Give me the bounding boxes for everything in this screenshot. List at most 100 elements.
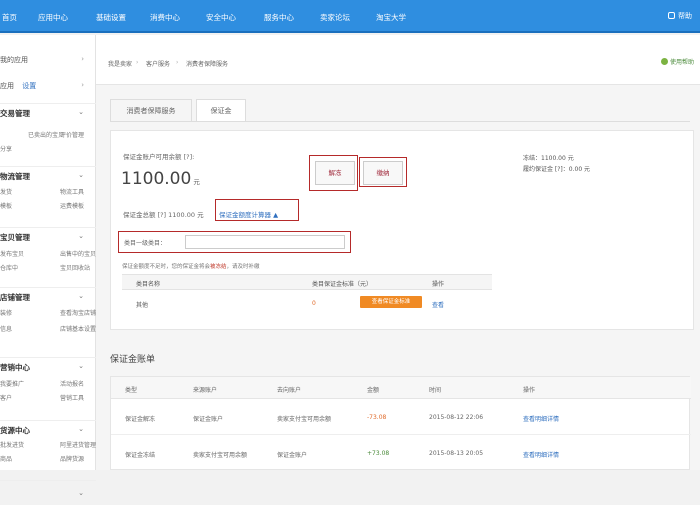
highlight-frame <box>359 157 407 187</box>
row-destination: 保证金账户 <box>277 452 308 459</box>
row-detail-link[interactable]: 查看明细详情 <box>523 414 559 423</box>
category-name: 其他 <box>136 302 149 309</box>
chevron-down-icon[interactable]: ⌄ <box>78 362 84 370</box>
column-header: 操作 <box>432 281 445 288</box>
breadcrumb-separator: › <box>176 59 179 66</box>
chevron-down-icon[interactable]: ⌄ <box>78 171 84 179</box>
category-field-label: 类目一级类目： <box>124 240 167 247</box>
breadcrumb-item[interactable]: 我是卖家 <box>108 59 132 68</box>
nav-consumer-center[interactable]: 消费中心 <box>150 12 180 23</box>
group-title[interactable]: 物流管理 <box>0 171 30 182</box>
column-header: 时间 <box>429 387 442 394</box>
view-link[interactable]: 查看 <box>432 300 444 309</box>
ledger-table: 类型 来源账户 去向账户 金额 时间 操作 保证金解冻 保证金账户 卖家支付宝可… <box>110 376 691 470</box>
column-header: 来源账户 <box>193 387 218 394</box>
breadcrumb-separator: › <box>136 59 139 66</box>
sidebar-link[interactable]: 评价管理 <box>60 130 84 139</box>
row-source: 卖家支付宝可用余额 <box>193 452 248 459</box>
available-balance-label: 保证金账户可用余额 [?]: <box>123 151 194 161</box>
row-type: 保证金冻结 <box>125 452 156 459</box>
row-source: 保证金账户 <box>193 416 224 423</box>
nav-basic-settings[interactable]: 基础设置 <box>96 12 126 23</box>
sidebar-link[interactable]: 分享 <box>0 144 12 153</box>
note-text: 保证金额度不足时，您的保证金将会 <box>122 264 211 270</box>
help-link-label: 使用帮助 <box>669 59 694 66</box>
category-standard: 0 <box>312 300 316 307</box>
sidebar-link[interactable]: 店铺基本设置 <box>60 324 96 333</box>
view-standard-button[interactable]: 查看保证金标准 <box>360 296 422 308</box>
nav-seller-forum[interactable]: 卖家论坛 <box>320 12 350 23</box>
sidebar-link[interactable]: 已卖出的宝贝 <box>28 130 64 139</box>
group-title[interactable]: 营销中心 <box>0 362 30 373</box>
group-title[interactable]: 宝贝管理 <box>0 232 30 243</box>
balance-unit: 元 <box>193 178 200 186</box>
hint-icon[interactable]: [?]: <box>184 153 195 161</box>
chevron-down-icon[interactable]: ⌄ <box>78 232 84 240</box>
chevron-down-icon[interactable]: ⌄ <box>78 489 84 497</box>
sidebar-link[interactable]: 运费模板 <box>60 201 84 210</box>
nav-service-center[interactable]: 服务中心 <box>264 12 294 23</box>
sidebar-link[interactable]: 我要推广 <box>0 379 24 388</box>
sidebar-link[interactable]: 发货 <box>0 187 12 196</box>
group-title[interactable]: 货源中心 <box>0 425 30 436</box>
highlight-frame <box>215 199 299 221</box>
sidebar-link[interactable]: 物流工具 <box>60 187 84 196</box>
sidebar-link[interactable]: 宝贝回收站 <box>60 263 90 272</box>
help-icon <box>668 12 675 19</box>
sidebar-link[interactable]: 营销工具 <box>60 393 84 402</box>
available-balance-amount: 1100.00 元 <box>121 169 200 189</box>
balance-value: 1100.00 <box>121 169 192 189</box>
group-title[interactable]: 交易管理 <box>0 108 30 119</box>
sidebar-item-label: 应用 <box>0 82 14 90</box>
sidebar-group-sourcing: 货源中心 ⌄ 批发进货 阿里进货管理 商品 品牌货源 <box>0 420 96 480</box>
sidebar-group-more: ⌄ <box>0 480 96 505</box>
sidebar-link[interactable]: 装修 <box>0 308 12 317</box>
sidebar-item-my-apps[interactable]: 我的应用 › <box>0 55 96 69</box>
sidebar-link[interactable]: 出售中的宝贝 <box>60 249 96 258</box>
sidebar-link[interactable]: 客户 <box>0 393 12 402</box>
help-link[interactable]: 使用帮助 <box>660 57 694 66</box>
sidebar-item-label: 我的应用 <box>0 56 28 64</box>
sidebar-link[interactable]: 批发进货 <box>0 440 24 449</box>
sidebar-link[interactable]: 发布宝贝 <box>0 249 24 258</box>
help-nav-label: 帮助 <box>678 12 692 20</box>
sidebar-link[interactable]: 品牌货源 <box>60 454 84 463</box>
category-field-frame: 类目一级类目： <box>118 231 351 253</box>
sidebar-link[interactable]: 商品 <box>0 454 12 463</box>
sidebar-group-products: 宝贝管理 ⌄ 发布宝贝 出售中的宝贝 仓库中 宝贝回收站 <box>0 227 96 287</box>
tab-deposit[interactable]: 保证金 <box>196 99 246 121</box>
sidebar-group-marketing: 营销中心 ⌄ 我要推广 活动报名 客户 营销工具 <box>0 357 96 420</box>
nav-home[interactable]: 首页 <box>2 12 17 23</box>
row-time: 2015-08-13 20:05 <box>429 450 484 457</box>
tab-consumer-protection[interactable]: 消费者保障服务 <box>110 99 192 121</box>
row-amount: +73.08 <box>367 450 390 457</box>
sidebar-link[interactable]: 信息 <box>0 324 12 333</box>
chevron-down-icon[interactable]: ⌄ <box>78 292 84 300</box>
breadcrumb-item[interactable]: 客户服务 <box>146 59 170 68</box>
category-input[interactable] <box>185 235 345 249</box>
chevron-right-icon: › <box>81 55 84 63</box>
chevron-down-icon[interactable]: ⌄ <box>78 108 84 116</box>
chevron-down-icon[interactable]: ⌄ <box>78 425 84 433</box>
nav-app-center[interactable]: 应用中心 <box>38 12 68 23</box>
sidebar-link[interactable]: 仓库中 <box>0 263 18 272</box>
sidebar-link[interactable]: 阿里进货管理 <box>60 440 96 449</box>
column-header: 类型 <box>125 387 138 394</box>
group-title[interactable]: 店铺管理 <box>0 292 30 303</box>
tab-divider <box>110 121 690 122</box>
deposit-note: 保证金额度不足时，您的保证金将会被冻结，请及时补缴 <box>122 262 260 270</box>
sidebar-group-trade: 交易管理 ⌄ 已卖出的宝贝 评价管理 分享 <box>0 103 96 166</box>
row-type: 保证金解冻 <box>125 416 156 423</box>
nav-taobao-university[interactable]: 淘宝大学 <box>376 12 406 23</box>
sidebar-settings-link[interactable]: 设置 <box>22 82 36 90</box>
row-detail-link[interactable]: 查看明细详情 <box>523 450 559 459</box>
help-nav[interactable]: 帮助 <box>668 11 692 21</box>
sidebar-link[interactable]: 模板 <box>0 201 12 210</box>
sidebar-link[interactable]: 查看淘宝店铺 <box>60 308 96 317</box>
sidebar-item-apps[interactable]: 应用 设置 › <box>0 81 96 95</box>
nav-security-center[interactable]: 安全中心 <box>206 12 236 23</box>
frozen-amount: 冻结：1100.00 元 <box>523 155 574 162</box>
note-tail: ，请及时补缴 <box>226 264 260 270</box>
ledger-title: 保证金账单 <box>110 355 156 365</box>
sidebar-link[interactable]: 活动报名 <box>60 379 84 388</box>
